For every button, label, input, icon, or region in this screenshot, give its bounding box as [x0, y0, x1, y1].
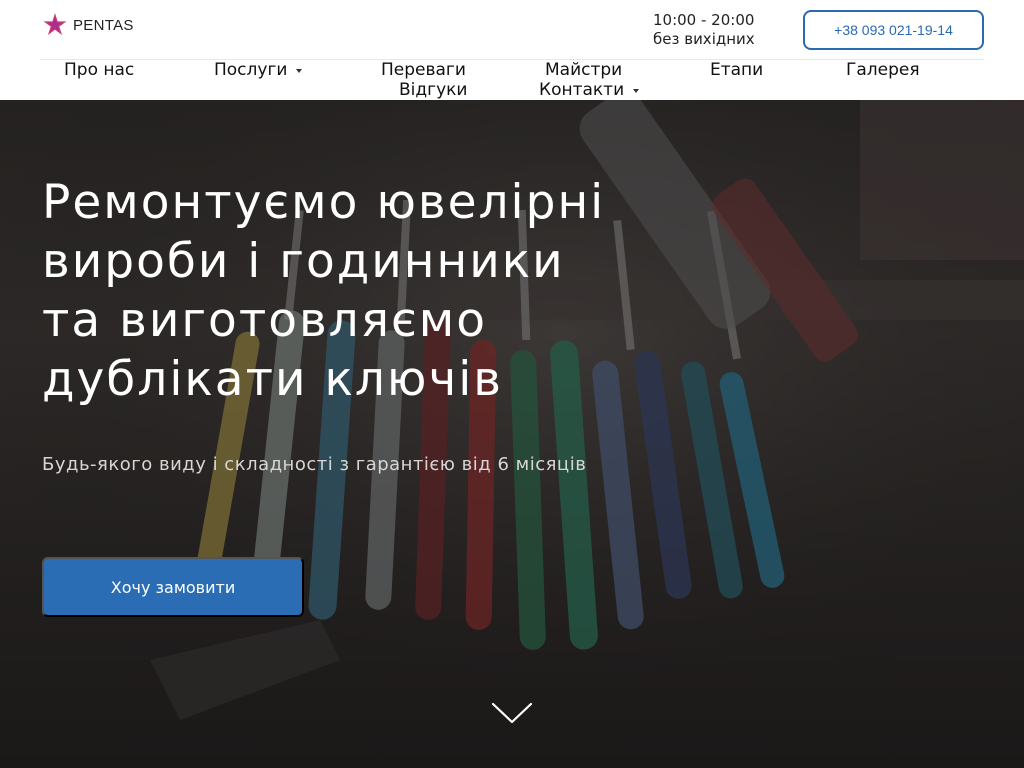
nav-label: Відгуки — [399, 80, 468, 100]
hours-time: 10:00 - 20:00 — [653, 11, 755, 29]
site-header: PENTAS 10:00 - 20:00 без вихідних +38 09… — [0, 0, 1024, 100]
nav-label: Послуги — [214, 60, 288, 80]
hero-title: Ремонтуємо ювелірні вироби і годинники т… — [42, 173, 682, 409]
caret-down-icon — [296, 69, 303, 73]
logo-text: PENTAS — [73, 16, 134, 34]
nav-label: Галерея — [846, 60, 920, 80]
hero-title-line: вироби і годинники — [42, 234, 565, 289]
nav-item-contacts[interactable]: Контакти — [539, 80, 640, 100]
nav-item-services[interactable]: Послуги — [214, 60, 303, 80]
hero-section: Ремонтуємо ювелірні вироби і годинники т… — [0, 100, 1024, 768]
nav-label: Контакти — [539, 80, 625, 100]
logo[interactable]: PENTAS — [42, 12, 134, 38]
nav-item-reviews[interactable]: Відгуки — [399, 80, 467, 100]
nav-label: Етапи — [710, 60, 764, 80]
hero-subtitle: Будь-якого виду і складності з гарантією… — [42, 454, 587, 475]
order-button[interactable]: Хочу замовити — [42, 557, 304, 617]
hero-title-line: Ремонтуємо ювелірні — [42, 175, 606, 230]
caret-down-icon — [633, 89, 640, 93]
nav-item-masters[interactable]: Майстри — [545, 60, 622, 80]
nav-item-gallery[interactable]: Галерея — [846, 60, 920, 80]
working-hours: 10:00 - 20:00 без вихідних — [653, 11, 755, 49]
nav-label: Майстри — [545, 60, 623, 80]
nav-item-about[interactable]: Про нас — [64, 60, 134, 80]
nav-label: Про нас — [64, 60, 135, 80]
nav-item-advantages[interactable]: Переваги — [381, 60, 466, 80]
star-logo-icon — [43, 13, 67, 35]
hero-title-line: дублікати ключів — [42, 352, 503, 407]
header-divider — [40, 59, 984, 60]
chevron-down-icon[interactable] — [491, 700, 533, 726]
nav-label: Переваги — [381, 60, 466, 80]
phone-button[interactable]: +38 093 021-19-14 — [803, 10, 984, 50]
hero-title-line: та виготовляємо — [42, 293, 487, 348]
nav-item-stages[interactable]: Етапи — [710, 60, 763, 80]
hours-days: без вихідних — [653, 30, 755, 48]
